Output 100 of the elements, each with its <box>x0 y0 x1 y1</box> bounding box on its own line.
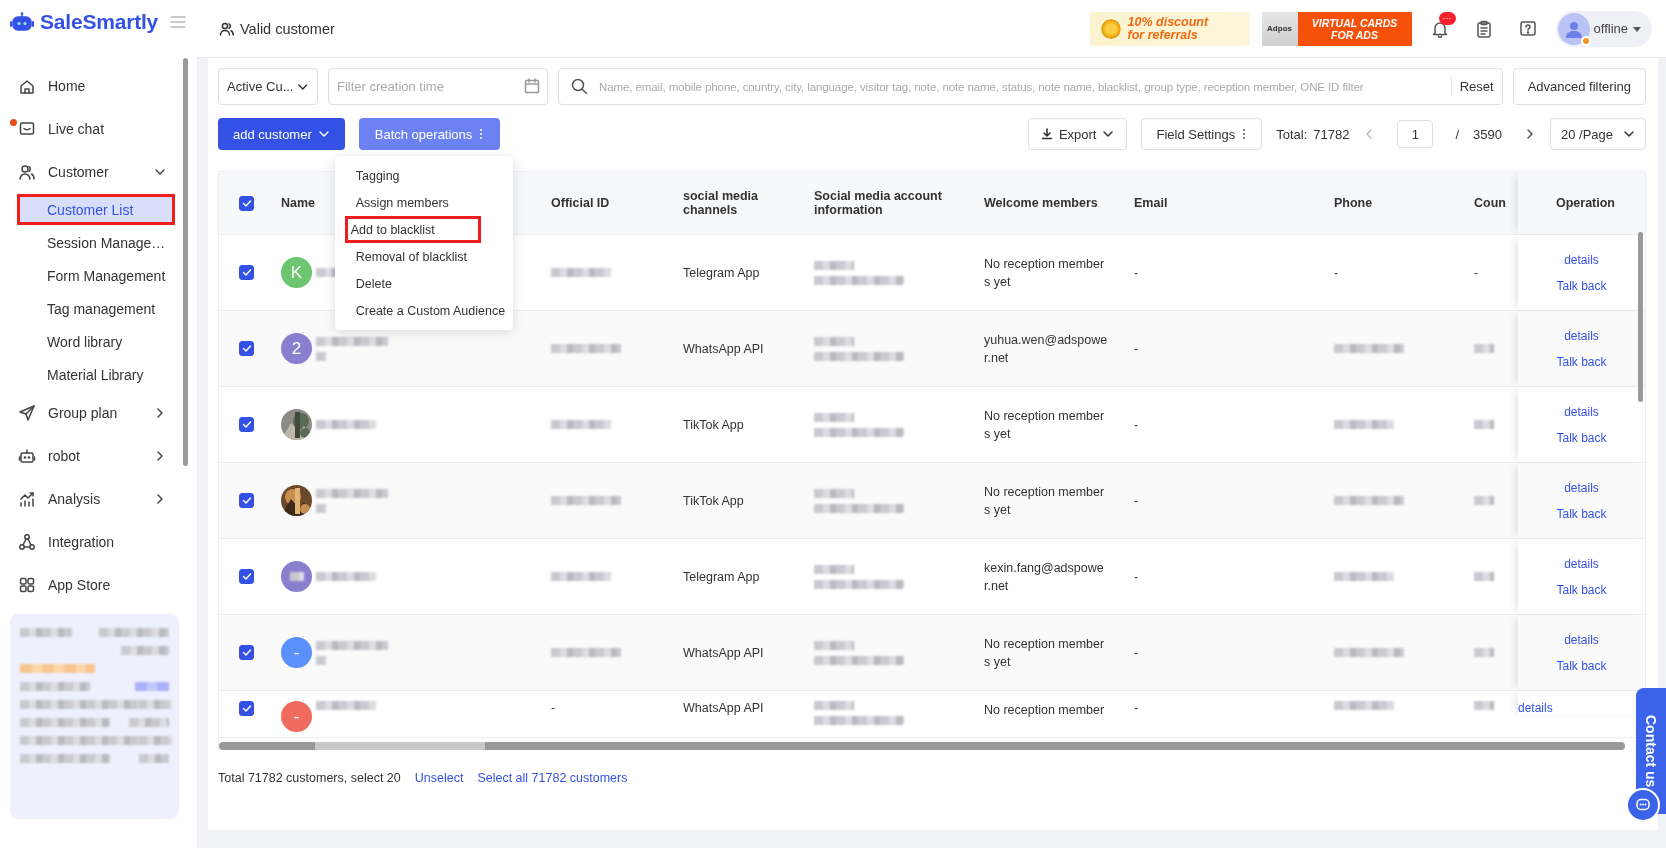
scrollbar[interactable] <box>183 58 188 466</box>
column-header: Name <box>281 196 316 210</box>
link[interactable]: details <box>1564 556 1599 571</box>
link[interactable]: Talk back <box>1556 278 1607 293</box>
link[interactable]: Select all 71782 customers <box>477 771 628 785</box>
horizontal-scrollbar[interactable] <box>219 742 1625 750</box>
table-cell: - <box>1134 417 1139 432</box>
table-cell: - <box>1334 265 1339 280</box>
grid-icon <box>18 575 36 594</box>
banner-text: for referrals <box>1127 28 1199 42</box>
blurred-text <box>551 344 621 353</box>
calendar-icon <box>524 78 540 94</box>
blurred-text <box>1474 496 1494 505</box>
table-cell: WhatsApp API <box>683 341 764 356</box>
blurred-text <box>316 701 376 710</box>
submenu-item[interactable]: Customer List <box>17 194 175 225</box>
check-icon <box>241 267 252 278</box>
table-cell: - <box>1134 569 1139 584</box>
export-button[interactable]: Export <box>1027 118 1128 150</box>
page-size-select[interactable]: 20 /Page <box>1550 118 1646 150</box>
column-header: Welcome members <box>984 196 1098 210</box>
sidebar-item[interactable]: robot <box>0 434 185 477</box>
link[interactable]: details <box>1564 480 1599 495</box>
submenu-item[interactable]: Tag management <box>17 293 175 324</box>
menu-item[interactable]: Add to blacklist <box>344 216 481 243</box>
row-checkbox[interactable] <box>239 341 254 356</box>
sidebar-item[interactable]: Integration <box>0 520 185 563</box>
link[interactable]: Talk back <box>1556 582 1607 597</box>
table-cell: WhatsApp API <box>683 645 764 660</box>
total-label: Total: <box>1276 126 1308 142</box>
check-icon <box>241 571 252 582</box>
submenu-item[interactable]: Session Manage… <box>17 227 175 258</box>
sidebar-item[interactable]: Home <box>0 64 185 107</box>
link[interactable]: Talk back <box>1556 354 1607 369</box>
table-cell-text: kexin.fang@adspowe r.net <box>984 559 1105 595</box>
column-header: social media channels <box>683 189 760 217</box>
app-logo: SaleSmartly <box>40 10 159 34</box>
more-icon <box>1241 128 1248 140</box>
row-checkbox[interactable] <box>239 265 254 280</box>
blurred-text <box>20 682 90 691</box>
selection-summary: Total 71782 customers, select 20 <box>218 771 401 785</box>
select-all-checkbox[interactable] <box>239 195 254 211</box>
field-settings-button[interactable]: Field Settings <box>1141 118 1263 150</box>
blurred-text <box>1334 701 1394 710</box>
page-title: Valid customer <box>240 20 335 37</box>
menu-item[interactable]: Delete <box>340 270 505 297</box>
user-menu[interactable]: offline <box>1555 10 1652 47</box>
blurred-text <box>551 496 621 505</box>
blurred-text <box>1474 572 1494 581</box>
row-checkbox[interactable] <box>239 645 254 660</box>
link[interactable]: Unselect <box>414 771 464 785</box>
date-field[interactable]: Filter creation time <box>328 68 548 105</box>
menu-item[interactable]: Removal of blacklist <box>340 243 505 270</box>
sidebar-item[interactable]: Analysis <box>0 477 185 520</box>
banner-text: VIRTUAL CARDS <box>1311 16 1398 29</box>
table-cell: WhatsApp API <box>683 701 764 715</box>
menu-item[interactable]: Tagging <box>340 162 505 189</box>
link[interactable]: details <box>1564 328 1599 343</box>
chat-icon <box>18 119 36 138</box>
banner-text: FOR ADS <box>1331 28 1378 41</box>
link[interactable]: details <box>1518 701 1553 715</box>
chevron-down-icon <box>1102 128 1115 140</box>
row-checkbox[interactable] <box>239 701 254 716</box>
table-cell-text: No reception member s yet <box>984 483 1106 519</box>
link[interactable]: details <box>1564 252 1599 267</box>
table-cell: - <box>1474 265 1479 280</box>
robot-logo-icon <box>10 11 34 33</box>
page-input[interactable]: 1 <box>1397 120 1434 148</box>
table-cell: - <box>1134 701 1139 715</box>
submenu-item[interactable]: Material Library <box>17 359 175 390</box>
add-customer-button[interactable]: add customer <box>218 118 345 150</box>
status-label: offline <box>1593 21 1628 36</box>
segment-select[interactable]: Active Cu... <box>218 68 318 105</box>
blurred-text <box>139 754 169 763</box>
table-cell-text: No reception member <box>984 702 1106 719</box>
sidebar-item[interactable]: Customer <box>0 150 185 193</box>
submenu-item[interactable]: Form Management <box>17 260 175 291</box>
notification-button[interactable]: ··· <box>1423 12 1456 45</box>
submenu-item[interactable]: Word library <box>17 326 175 357</box>
link[interactable]: details <box>1564 632 1599 647</box>
page-count: 3590 <box>1473 126 1502 142</box>
table-cell-text: yuhua.wen@adspowe r.net <box>984 331 1109 367</box>
sidebar-item[interactable]: Group plan <box>0 391 185 434</box>
row-checkbox[interactable] <box>239 493 254 508</box>
help-icon <box>1518 19 1537 38</box>
row-checkbox[interactable] <box>239 569 254 584</box>
sidebar-item[interactable]: App Store <box>0 563 185 606</box>
link[interactable]: Talk back <box>1556 506 1607 521</box>
menu-item[interactable]: Assign members <box>340 189 505 216</box>
virtual-cards-banner[interactable]: Adpos VIRTUAL CARDS FOR ADS <box>1261 11 1412 46</box>
link[interactable]: details <box>1564 404 1599 419</box>
link[interactable]: Talk back <box>1556 430 1607 445</box>
more-icon <box>478 128 485 140</box>
next-page-button[interactable] <box>1524 128 1536 140</box>
scrollbar[interactable] <box>1638 232 1643 402</box>
advanced-filter-button[interactable]: Advanced filtering <box>1512 68 1646 105</box>
bell-icon <box>1430 19 1449 38</box>
menu-item[interactable]: Create a Custom Audience <box>340 297 505 324</box>
link[interactable]: Talk back <box>1556 658 1607 673</box>
row-checkbox[interactable] <box>239 417 254 432</box>
